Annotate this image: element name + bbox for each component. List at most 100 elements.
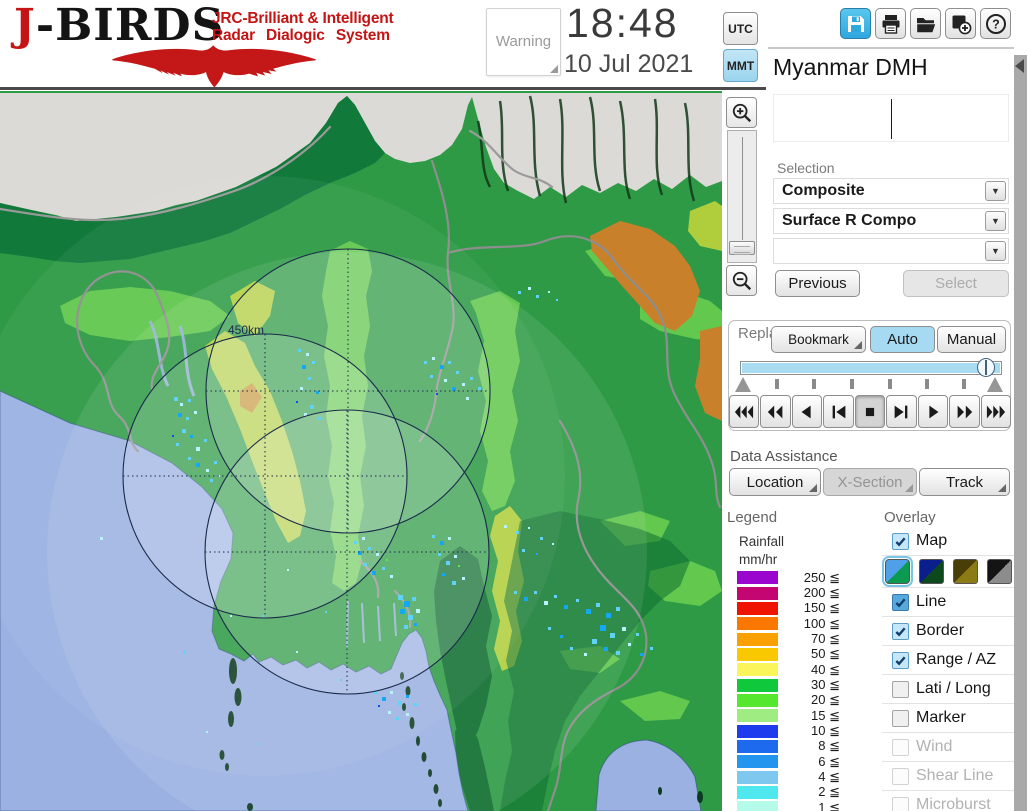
timeline-start-marker-icon[interactable] — [735, 377, 751, 392]
legend-color-swatch — [737, 571, 778, 585]
wind-label: Wind — [916, 738, 953, 755]
overlay-row-lati-long: Lati / Long — [882, 675, 1014, 704]
printer-icon — [882, 14, 899, 34]
dropdown-product-type[interactable]: Surface R Compo ▼ — [773, 208, 1009, 234]
utc-button[interactable]: UTC — [723, 12, 758, 45]
manual-mode-button[interactable]: Manual — [937, 326, 1006, 353]
overlay-list: Map Line Border Range / AZ Lati / Long Marker… — [882, 527, 1014, 811]
reverse-play-icon — [801, 405, 811, 418]
collapse-panel-icon[interactable] — [1015, 59, 1024, 73]
overlay-row-microburst: Microburst — [882, 791, 1014, 811]
legend-row: 1 ≦ — [737, 800, 840, 811]
legend-color-swatch — [737, 801, 778, 811]
auto-mode-button[interactable]: Auto — [870, 326, 935, 353]
map-style-blue-green-button[interactable] — [882, 556, 913, 587]
overlay-row-wind: Wind — [882, 733, 1014, 762]
check-icon — [895, 655, 906, 666]
lati-long-checkbox[interactable] — [892, 680, 909, 698]
legend-color-swatch — [737, 770, 778, 784]
overlay-row-border: Border — [882, 617, 1014, 646]
dropdown-product-category[interactable]: Composite ▼ — [773, 178, 1009, 204]
warning-label: Warning — [495, 33, 552, 50]
map-canvas[interactable]: 450km — [0, 91, 722, 811]
check-icon — [895, 597, 906, 608]
panel-splitter[interactable] — [1014, 55, 1027, 811]
bookmark-button[interactable]: Bookmark — [771, 326, 866, 353]
station-title: Myanmar DMH — [773, 54, 928, 80]
border-label: Border — [916, 622, 965, 639]
info-box[interactable] — [773, 94, 1009, 142]
fastest-rewind-button[interactable] — [729, 395, 760, 428]
add-image-icon — [952, 15, 971, 34]
overlay-row-shear-line: Shear Line — [882, 762, 1014, 791]
legend-row: 150 ≦ — [737, 600, 840, 616]
range-az-label: Range / AZ — [916, 651, 997, 668]
jbirds-logo: J-BIRDS JRC-Brilliant & Intelligent Rada… — [10, 0, 430, 90]
border-checkbox[interactable] — [892, 622, 909, 640]
x-section-button[interactable]: X-Section — [823, 468, 917, 496]
resize-grip-icon[interactable] — [550, 65, 558, 73]
legend-threshold-label: 1 ≦ — [818, 799, 840, 811]
floppy-icon — [847, 15, 864, 32]
legend-color-swatch — [737, 739, 778, 753]
legend-unit-rainfall: Rainfall — [739, 534, 785, 549]
map-label: Map — [916, 532, 948, 549]
timeline-tick — [888, 379, 892, 389]
clock-time: 18:48 — [566, 0, 679, 46]
shear-line-checkbox — [892, 767, 909, 785]
play-button[interactable] — [917, 395, 949, 428]
replay-timeline-slider[interactable] — [740, 361, 1002, 375]
fast-rewind-button[interactable] — [760, 395, 791, 428]
legend-row: 2 ≦ — [737, 784, 840, 800]
stop-button[interactable] — [854, 395, 886, 428]
legend-threshold-label: 10 ≦ — [811, 723, 840, 739]
save-button[interactable] — [840, 8, 871, 39]
legend-threshold-label: 200 ≦ — [803, 585, 840, 601]
location-button[interactable]: Location — [729, 468, 821, 496]
map-style-olive-button[interactable] — [953, 559, 978, 584]
legend-threshold-label: 100 ≦ — [803, 615, 840, 631]
replay-slider-handle[interactable] — [977, 358, 995, 377]
control-panel: Myanmar DMH Selection Composite ▼ Surfac… — [724, 50, 1014, 811]
skip-to-end-button[interactable] — [886, 395, 917, 428]
info-box-divider — [891, 99, 892, 139]
marker-checkbox[interactable] — [892, 709, 909, 727]
chevron-down-icon[interactable]: ▼ — [985, 241, 1006, 261]
clock-date: 10 Jul 2021 — [564, 50, 694, 78]
fastest-forward-button[interactable] — [980, 395, 1011, 428]
range-az-checkbox[interactable] — [892, 651, 909, 669]
print-button[interactable] — [875, 8, 906, 39]
legend-color-swatch — [737, 724, 778, 738]
skip-to-start-button[interactable] — [823, 395, 854, 428]
help-button[interactable]: ? — [980, 8, 1011, 39]
shear-line-label: Shear Line — [916, 767, 994, 784]
wind-checkbox — [892, 738, 909, 756]
dropdown-product-option[interactable]: ▼ — [773, 238, 1009, 264]
radar-map-viewport[interactable]: 450km — [0, 91, 722, 811]
fast-forward-button[interactable] — [949, 395, 980, 428]
stop-icon — [865, 407, 875, 416]
map-checkbox[interactable] — [892, 532, 909, 550]
svg-text:?: ? — [992, 17, 1000, 31]
microburst-label: Microburst — [916, 796, 991, 811]
open-file-button[interactable] — [910, 8, 941, 39]
select-button[interactable]: Select — [903, 270, 1009, 297]
legend-threshold-label: 20 ≦ — [811, 692, 840, 708]
legend-row: 70 ≦ — [737, 631, 840, 646]
screen-capture-button[interactable] — [945, 8, 976, 39]
chevron-down-icon[interactable]: ▼ — [985, 211, 1006, 231]
timeline-end-marker-icon[interactable] — [987, 377, 1003, 392]
previous-button[interactable]: Previous — [775, 270, 860, 297]
dropdown-value: Surface R Compo — [782, 212, 917, 229]
warning-panel[interactable]: Warning — [486, 8, 561, 76]
reverse-play-button[interactable] — [791, 395, 823, 428]
legend-row: 10 ≦ — [737, 723, 840, 738]
legend-threshold-label: 250 ≦ — [803, 569, 840, 585]
map-style-navy-darkgreen-button[interactable] — [919, 559, 944, 584]
map-style-black-gray-button[interactable] — [987, 559, 1012, 584]
legend-color-swatch — [737, 785, 778, 799]
legend-color-swatch — [737, 601, 778, 615]
line-checkbox[interactable] — [892, 593, 909, 611]
track-button[interactable]: Track — [919, 468, 1010, 496]
chevron-down-icon[interactable]: ▼ — [985, 181, 1006, 201]
